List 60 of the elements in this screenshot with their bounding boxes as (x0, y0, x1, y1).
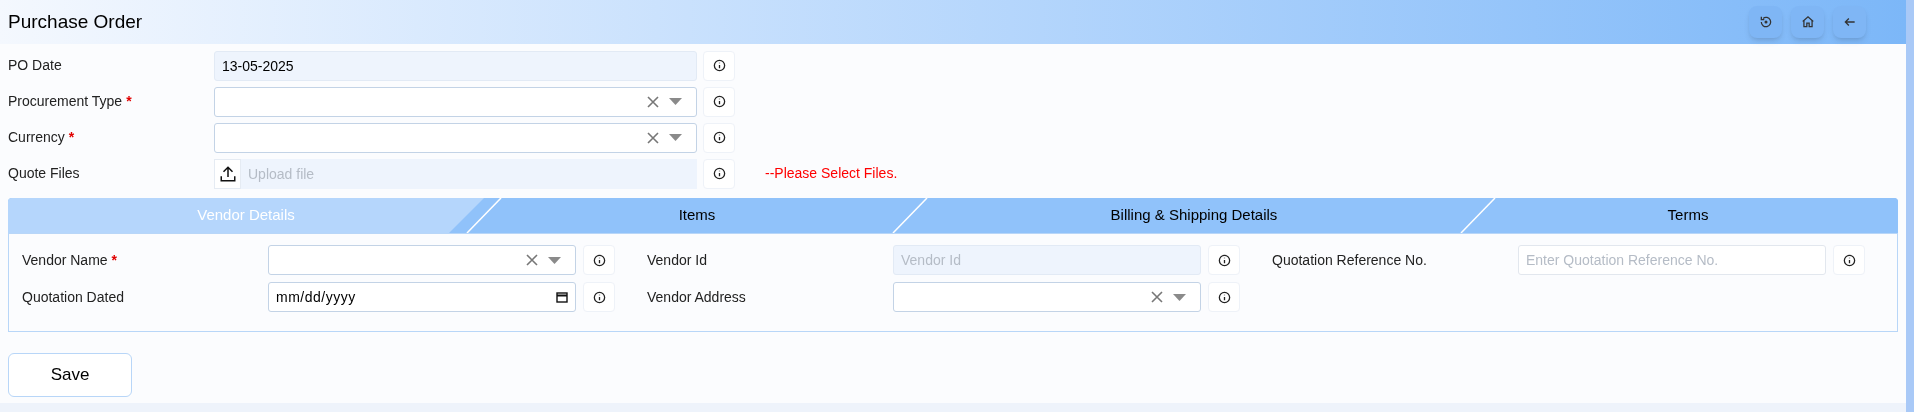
required-mark: * (111, 250, 118, 270)
caret-icon[interactable] (669, 98, 682, 105)
field-label: Quotation Dated (22, 287, 124, 307)
text-field[interactable]: Enter Quotation Reference No. (1518, 245, 1826, 275)
date-placeholder: mm/dd/yyyy (276, 287, 356, 307)
field-label: Quotation Reference No. (1272, 250, 1427, 270)
home-button[interactable] (1791, 6, 1824, 38)
info-button[interactable] (1208, 282, 1240, 312)
info-icon (712, 59, 726, 72)
info-button[interactable] (1208, 245, 1240, 275)
required-mark: * (126, 92, 132, 111)
home-icon (1800, 15, 1815, 29)
info-button[interactable] (1833, 245, 1865, 275)
info-icon (1842, 253, 1856, 267)
select-field[interactable] (214, 122, 697, 153)
back-arrow-icon (1842, 15, 1857, 29)
date-field[interactable]: mm/dd/yyyy (268, 282, 576, 312)
caret-icon[interactable] (1173, 293, 1186, 301)
info-button[interactable] (703, 50, 735, 81)
select-field[interactable] (268, 245, 576, 275)
scrollbar[interactable] (1906, 0, 1914, 412)
clear-icon[interactable] (647, 131, 659, 144)
upload-icon[interactable] (214, 158, 241, 189)
field-label: Procurement Type (8, 92, 123, 111)
reset-icon (1758, 15, 1773, 29)
info-icon (592, 290, 606, 304)
calendar-icon[interactable] (556, 291, 568, 303)
required-mark: * (68, 128, 75, 147)
caret-icon[interactable] (669, 134, 682, 141)
clear-icon[interactable] (526, 254, 538, 266)
field-label: Vendor Address (647, 287, 746, 307)
field-label: Vendor Name (22, 250, 108, 270)
info-button[interactable] (703, 122, 735, 153)
tab-divider-line (892, 198, 928, 233)
select-field[interactable] (214, 86, 697, 117)
tab-divider-line (1460, 198, 1496, 233)
info-icon (1217, 253, 1231, 267)
info-icon (712, 167, 726, 180)
caret-icon[interactable] (548, 256, 561, 264)
clear-icon[interactable] (647, 95, 659, 108)
save-button[interactable]: Save (8, 353, 132, 397)
field-label: Currency (8, 128, 65, 147)
page-title: Purchase Order (8, 9, 143, 34)
info-button[interactable] (583, 245, 615, 275)
field-label: Vendor Id (647, 250, 707, 270)
info-icon (712, 95, 726, 108)
back-arrow-button[interactable] (1833, 6, 1866, 38)
info-icon (1217, 290, 1231, 304)
info-button[interactable] (703, 158, 735, 189)
info-button[interactable] (583, 282, 615, 312)
field-label: Quote Files (8, 164, 80, 183)
info-button[interactable] (703, 86, 735, 117)
info-icon (712, 131, 726, 144)
info-icon (592, 253, 606, 267)
field-label: PO Date (8, 56, 62, 75)
tab-divider-line (466, 198, 502, 233)
clear-icon[interactable] (1151, 291, 1163, 303)
reset-button[interactable] (1749, 6, 1782, 38)
select-field[interactable] (893, 282, 1201, 312)
error-message: --Please Select Files. (765, 164, 898, 183)
